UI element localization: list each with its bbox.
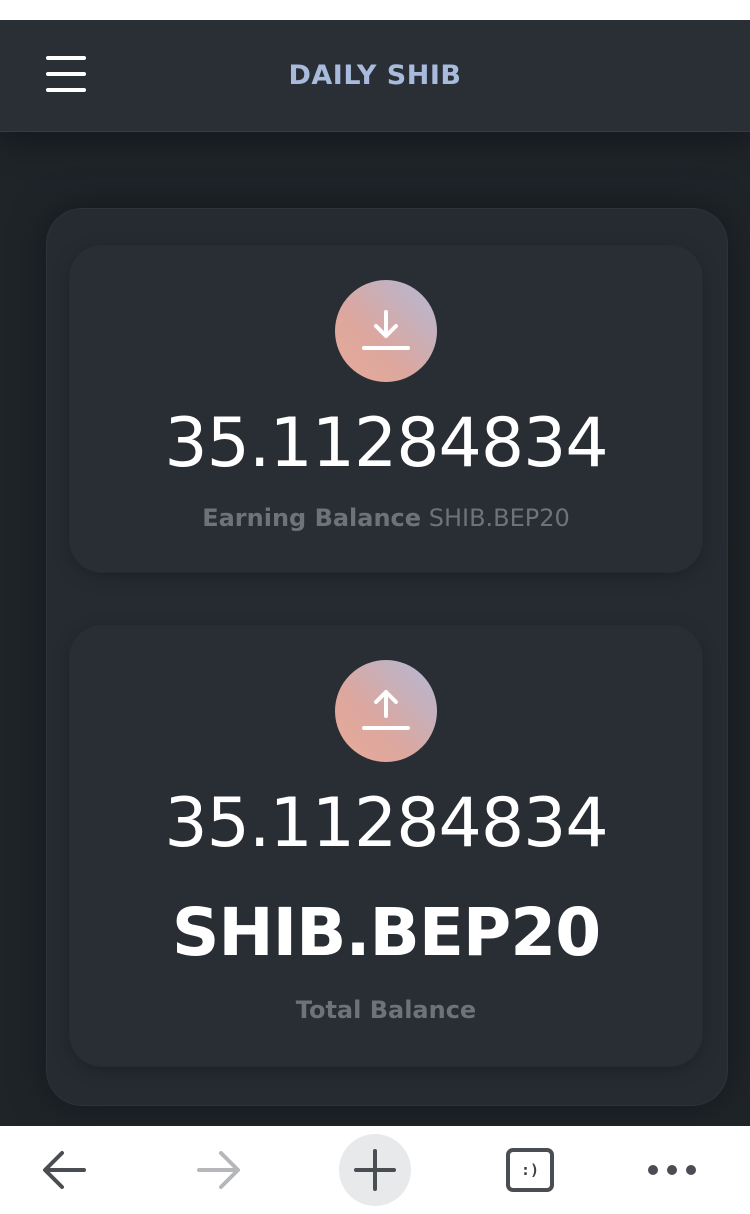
total-balance-amount: 35.11284834: [164, 784, 608, 863]
total-balance-card: 35.11284834 SHIB.BEP20 Total Balance: [70, 626, 702, 1066]
tabs-button[interactable]: :): [494, 1134, 566, 1206]
back-arrow-icon[interactable]: [28, 1134, 100, 1206]
status-strip: [0, 0, 750, 20]
balance-panel: 35.11284834 Earning Balance SHIB.BEP20 3…: [46, 208, 728, 1106]
total-balance-label: Total Balance: [295, 996, 477, 1024]
new-tab-button[interactable]: [339, 1134, 411, 1206]
app-header: DAILY SHIB: [0, 20, 750, 132]
upload-icon: [335, 660, 437, 762]
earning-balance-caption: Earning Balance SHIB.BEP20: [70, 504, 702, 532]
earning-currency: SHIB.BEP20: [428, 504, 570, 532]
more-icon[interactable]: [636, 1134, 708, 1206]
earning-balance-label: Earning Balance: [202, 504, 422, 532]
earning-balance-amount: 35.11284834: [164, 404, 608, 483]
earning-balance-card: 35.11284834 Earning Balance SHIB.BEP20: [70, 246, 702, 572]
page-title: DAILY SHIB: [288, 60, 462, 91]
tabs-icon: :): [506, 1148, 554, 1192]
app-screen: DAILY SHIB 35.11284834 Earning Balance S…: [0, 20, 750, 1126]
total-balance-currency: SHIB.BEP20: [171, 894, 601, 971]
download-icon: [335, 280, 437, 382]
browser-toolbar: :): [0, 1126, 750, 1214]
forward-arrow-icon[interactable]: [183, 1134, 255, 1206]
plus-icon: [354, 1149, 396, 1191]
